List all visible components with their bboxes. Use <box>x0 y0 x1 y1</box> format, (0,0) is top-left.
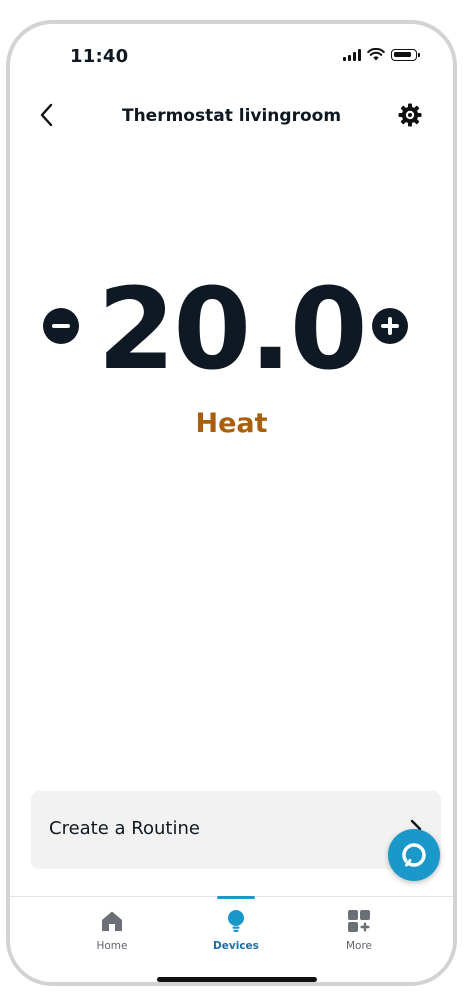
alexa-icon <box>402 843 426 867</box>
create-routine-label: Create a Routine <box>49 818 200 839</box>
create-routine-card[interactable]: Create a Routine <box>31 791 441 869</box>
phone-frame: 11:40 Thermostat livingroom 20.0 Heat Cr… <box>6 20 457 986</box>
bottom-nav: Home Devices More <box>10 896 453 982</box>
increase-temperature-button[interactable] <box>372 308 408 344</box>
settings-button[interactable] <box>397 102 423 128</box>
grid-plus-icon <box>348 910 370 932</box>
nav-home-label: Home <box>96 940 128 952</box>
status-time: 11:40 <box>70 46 129 67</box>
page-title: Thermostat livingroom <box>121 106 342 126</box>
battery-icon <box>391 48 420 61</box>
nav-devices[interactable]: Devices <box>186 896 286 967</box>
cellular-signal-icon <box>343 48 361 61</box>
active-tab-indicator <box>217 896 255 899</box>
status-icons <box>343 48 420 61</box>
home-icon <box>102 911 122 931</box>
nav-more-label: More <box>345 940 373 952</box>
nav-home[interactable]: Home <box>62 897 162 967</box>
wifi-icon <box>367 48 385 61</box>
lightbulb-icon <box>228 910 244 932</box>
alexa-button[interactable] <box>388 829 440 881</box>
mode-label[interactable]: Heat <box>10 408 453 439</box>
screen: 11:40 Thermostat livingroom 20.0 Heat Cr… <box>10 24 453 982</box>
nav-more[interactable]: More <box>309 897 409 967</box>
gear-icon <box>398 103 422 127</box>
home-indicator[interactable] <box>157 977 317 982</box>
nav-devices-label: Devices <box>213 940 259 952</box>
